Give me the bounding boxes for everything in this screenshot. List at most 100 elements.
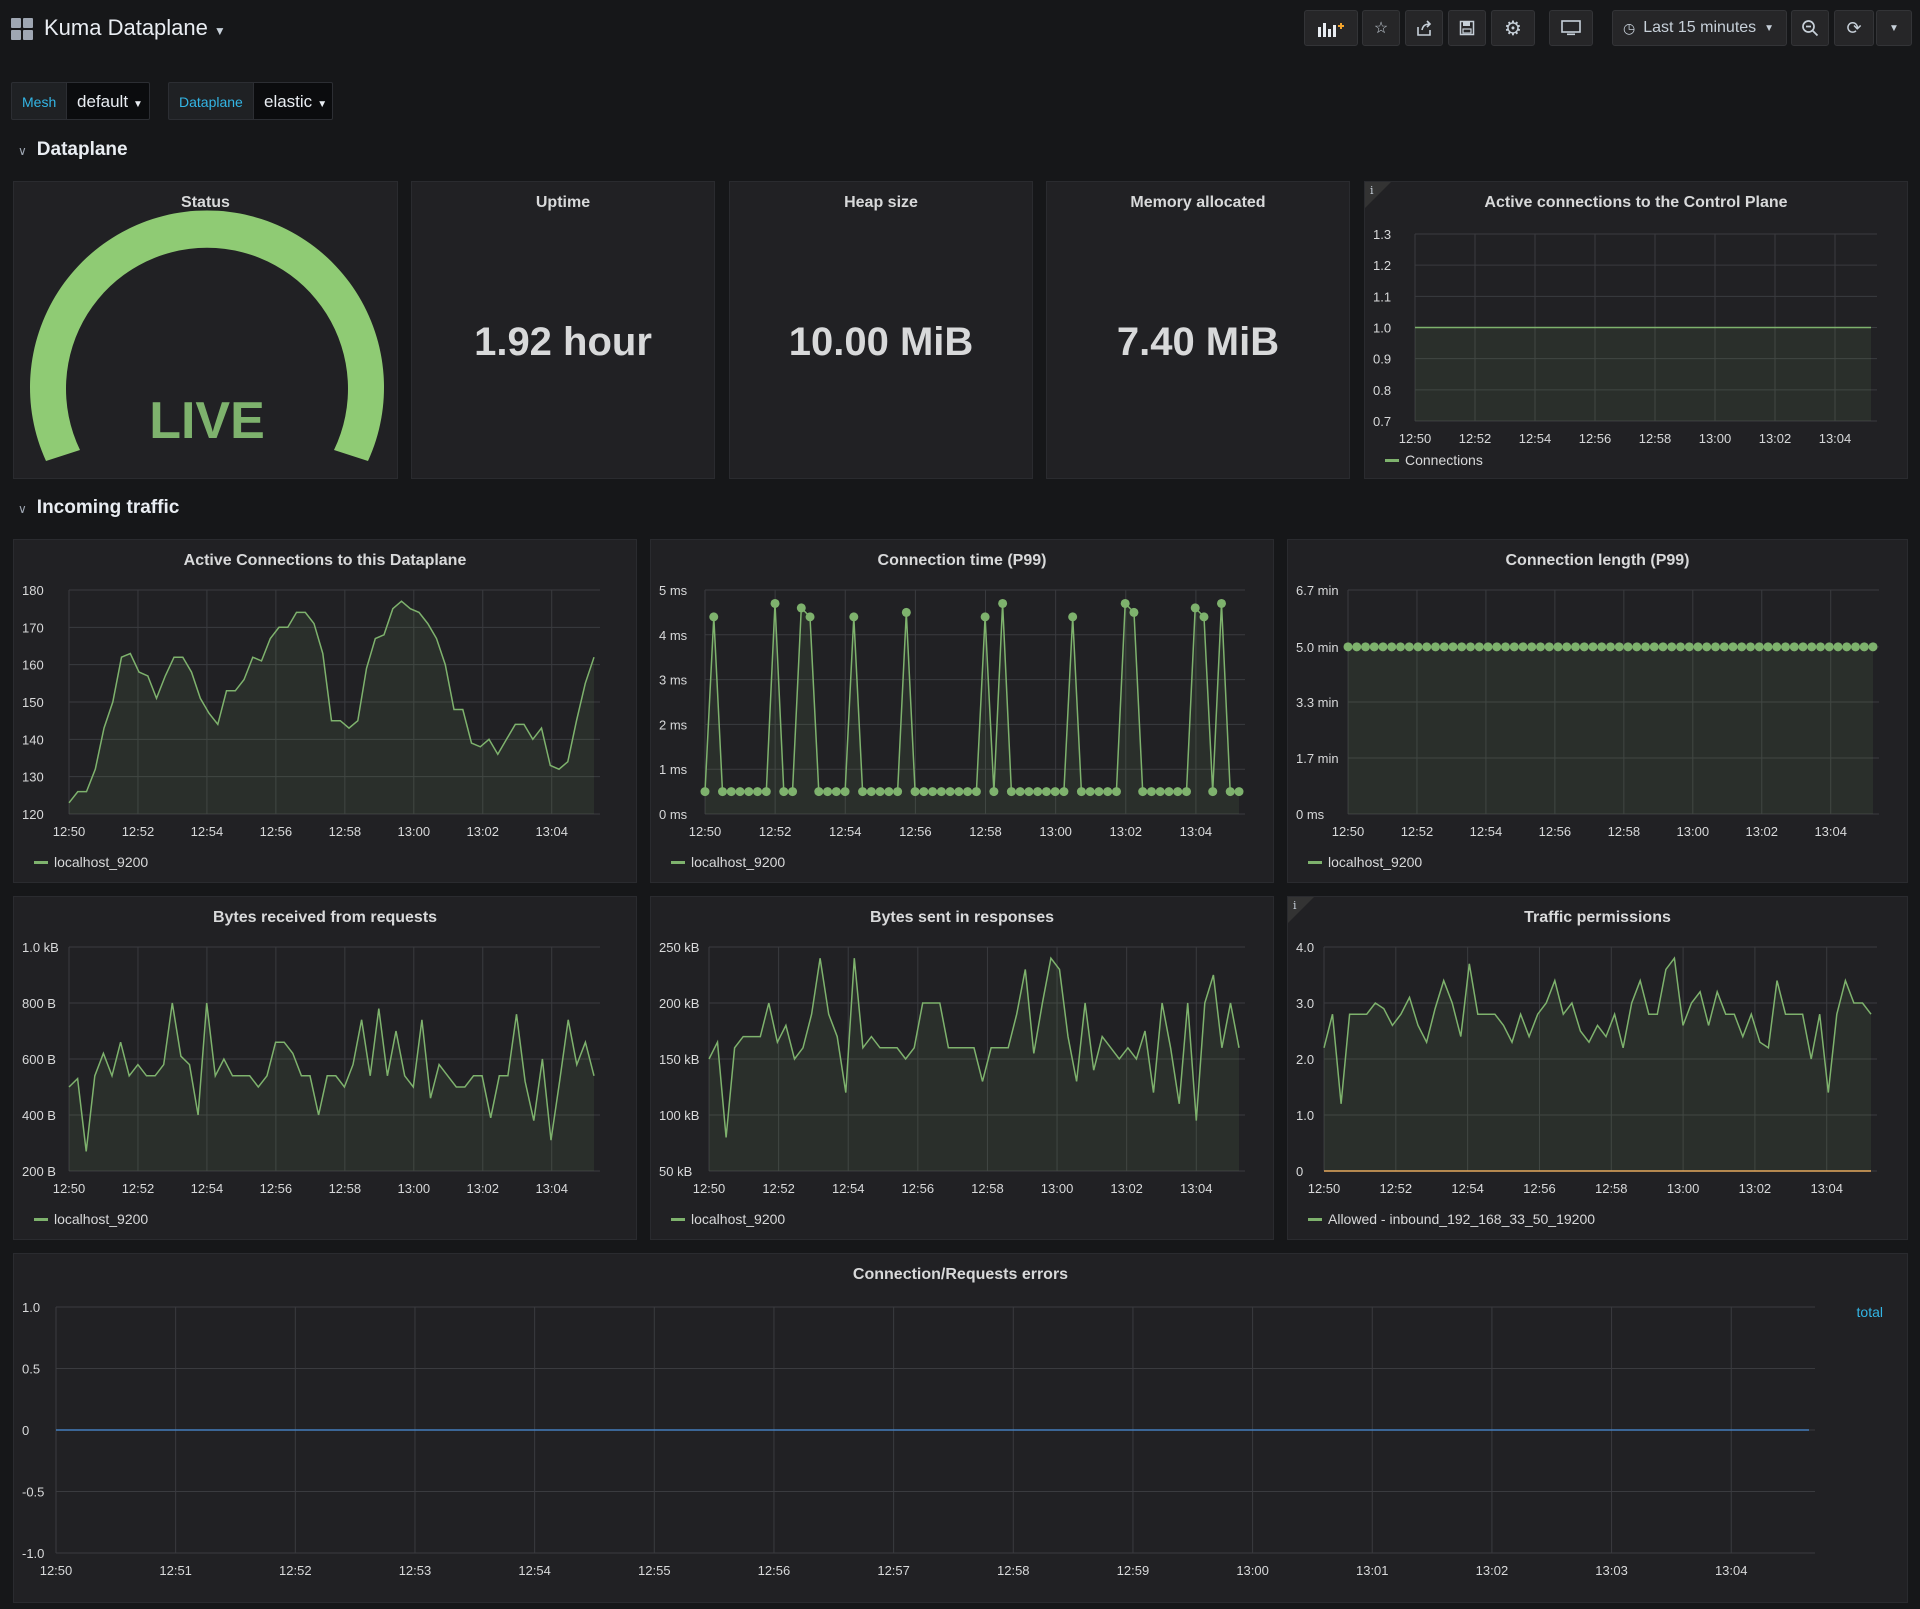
panel-active-connections[interactable]: 120 130 140 150 160 170 180 12:50 12:52 12:54 12:5… [13, 539, 637, 883]
chart-svg: 0.7 0.8 0.9 1.0 1.1 1.2 1.3 12:50 12:52 12:54 12:5… [1373, 227, 1877, 446]
row-dataplane[interactable]: ∨ Dataplane [18, 139, 128, 161]
refresh-icon: ⟳ [1846, 17, 1862, 38]
time-range-picker[interactable]: ◷ Last 15 minutes ▼ [1612, 10, 1787, 46]
x-tick-label: 12:51 [159, 1563, 192, 1578]
panel-connection-time[interactable]: 0 ms 1 ms 2 ms 3 ms 4 ms 5 ms 12:50 12:52 12:54 1… [650, 539, 1274, 883]
data-point [928, 787, 938, 797]
panel-heap-size[interactable]: Heap size 10.00 MiB [729, 181, 1033, 479]
save-button[interactable] [1448, 10, 1486, 46]
y-tick-label: 0 ms [1296, 807, 1325, 822]
x-tick-label: 12:56 [1523, 1181, 1556, 1196]
panel-bytes-sent[interactable]: 50 kB 100 kB 150 kB 200 kB 250 kB 12:50 12:52 1… [650, 896, 1274, 1240]
panel-uptime[interactable]: Uptime 1.92 hour [411, 181, 715, 479]
chart-svg: 50 kB 100 kB 150 kB 200 kB 250 kB 12:50 12:52 1… [659, 940, 1245, 1196]
y-tick-label: 0.5 [22, 1362, 40, 1377]
data-point [1553, 642, 1563, 652]
x-tick-label: 13:02 [1110, 824, 1143, 839]
legend-item[interactable]: localhost_9200 [1308, 854, 1422, 870]
data-point [761, 787, 771, 797]
legend-item[interactable]: localhost_9200 [34, 1211, 148, 1227]
panel-status[interactable]: Status LIVE [13, 181, 398, 479]
data-point [744, 787, 754, 797]
x-tick-label: 13:00 [1236, 1563, 1269, 1578]
y-tick-label: 0.9 [1373, 352, 1391, 367]
legend-swatch [1308, 860, 1322, 864]
y-tick-label: 0 [22, 1423, 29, 1438]
data-point [1641, 642, 1650, 652]
add-panel-button[interactable] [1304, 10, 1358, 46]
data-point [1103, 787, 1113, 797]
x-tick-label: 13:04 [1819, 431, 1852, 446]
x-tick-label: 12:50 [1332, 824, 1365, 839]
panel-control-plane-connections[interactable]: 0.7 0.8 0.9 1.0 1.1 1.2 1.3 12:50 12:52 12:54 12:5… [1364, 181, 1908, 479]
x-tick-label: 13:02 [1745, 824, 1778, 839]
dashboard-title-picker[interactable]: Kuma Dataplane ▼ [44, 15, 226, 41]
panel-title: Traffic permissions [1524, 909, 1671, 926]
stat-value: 10.00 MiB [788, 320, 974, 364]
x-tick-label: 12:58 [1639, 431, 1672, 446]
x-tick-label: 12:56 [1539, 824, 1572, 839]
refresh-button[interactable]: ⟳ [1834, 10, 1874, 46]
data-point [779, 787, 789, 797]
y-tick-label: 600 B [22, 1052, 56, 1067]
panel-connection-length[interactable]: 0 ms 1.7 min 3.3 min 5.0 min 6.7 min 12:50 12:… [1287, 539, 1908, 883]
panel-traffic-permissions[interactable]: 0 1.0 2.0 3.0 4.0 12:50 12:52 12:54 12:56 12:58 13… [1287, 896, 1908, 1240]
data-point [1667, 642, 1677, 652]
row-incoming-traffic[interactable]: ∨ Incoming traffic [18, 497, 179, 519]
series-area [1324, 958, 1871, 1171]
y-tick-label: 170 [22, 620, 44, 635]
variable-value-mesh: default [77, 92, 129, 111]
data-point [998, 598, 1008, 608]
refresh-interval-dropdown[interactable]: ▼ [1876, 10, 1912, 46]
settings-button[interactable]: ⚙ [1491, 10, 1535, 46]
data-point [1208, 787, 1218, 797]
data-point [980, 612, 990, 622]
data-point [1396, 642, 1405, 652]
data-point [893, 787, 903, 797]
panel-title: Connection time (P99) [877, 552, 1047, 569]
share-icon [1417, 20, 1432, 36]
legend-item[interactable]: localhost_9200 [671, 854, 785, 870]
data-point [840, 787, 850, 797]
tv-mode-button[interactable] [1549, 10, 1593, 46]
panel-bytes-received[interactable]: 200 B 400 B 600 B 800 B 1.0 kB 12:50 12:52 12:5… [13, 896, 637, 1240]
data-point [1562, 642, 1572, 652]
panel-title: Uptime [535, 194, 591, 211]
x-tick-label: 13:02 [466, 1181, 499, 1196]
data-point [1816, 642, 1825, 652]
x-tick-label: 12:54 [832, 1181, 865, 1196]
panel-memory-allocated[interactable]: Memory allocated 7.40 MiB [1046, 181, 1350, 479]
legend-item[interactable]: Allowed - inbound_192_168_33_50_19200 [1308, 1211, 1595, 1227]
data-point [805, 612, 815, 622]
y-tick-label: 0 [1296, 1164, 1303, 1179]
legend-item[interactable]: Connections [1385, 452, 1483, 468]
legend-item[interactable]: localhost_9200 [34, 854, 148, 870]
panel-errors[interactable]: -1.0 -0.5 0 0.5 1.0 12:50 12:51 12:52 12:53 12:54… [13, 1253, 1908, 1603]
legend-item[interactable]: localhost_9200 [671, 1211, 785, 1227]
x-tick-label: 12:54 [1451, 1181, 1484, 1196]
legend-label: total [1856, 1304, 1883, 1320]
variable-select-dataplane[interactable]: elastic ▼ [253, 82, 333, 120]
panel-title: Connection/Requests errors [852, 1266, 1069, 1283]
x-tick-label: 12:55 [638, 1563, 671, 1578]
x-tick-label: 12:52 [1380, 1181, 1413, 1196]
save-icon [1459, 20, 1475, 36]
share-button[interactable] [1405, 10, 1443, 46]
series-area [1415, 327, 1871, 421]
data-point [1076, 787, 1086, 797]
status-gauge: LIVE [30, 210, 385, 461]
zoom-out-button[interactable] [1791, 10, 1829, 46]
star-button[interactable]: ☆ [1362, 10, 1400, 46]
dashboards-grid-icon[interactable] [11, 18, 33, 40]
data-point [1868, 642, 1878, 652]
data-point [1225, 787, 1235, 797]
chart-svg: 0 1.0 2.0 3.0 4.0 12:50 12:52 12:54 12:56 12:58 13… [1296, 940, 1877, 1196]
data-point [1501, 642, 1510, 652]
variable-select-mesh[interactable]: default ▼ [66, 82, 150, 120]
y-tick-label: 6.7 min [1296, 583, 1339, 598]
y-tick-label: 1.2 [1373, 258, 1391, 273]
panel-title: Active connections to the Control Plane [1484, 194, 1788, 211]
legend-item[interactable]: total [1857, 1304, 1883, 1320]
data-point [1173, 787, 1183, 797]
data-point [963, 787, 973, 797]
